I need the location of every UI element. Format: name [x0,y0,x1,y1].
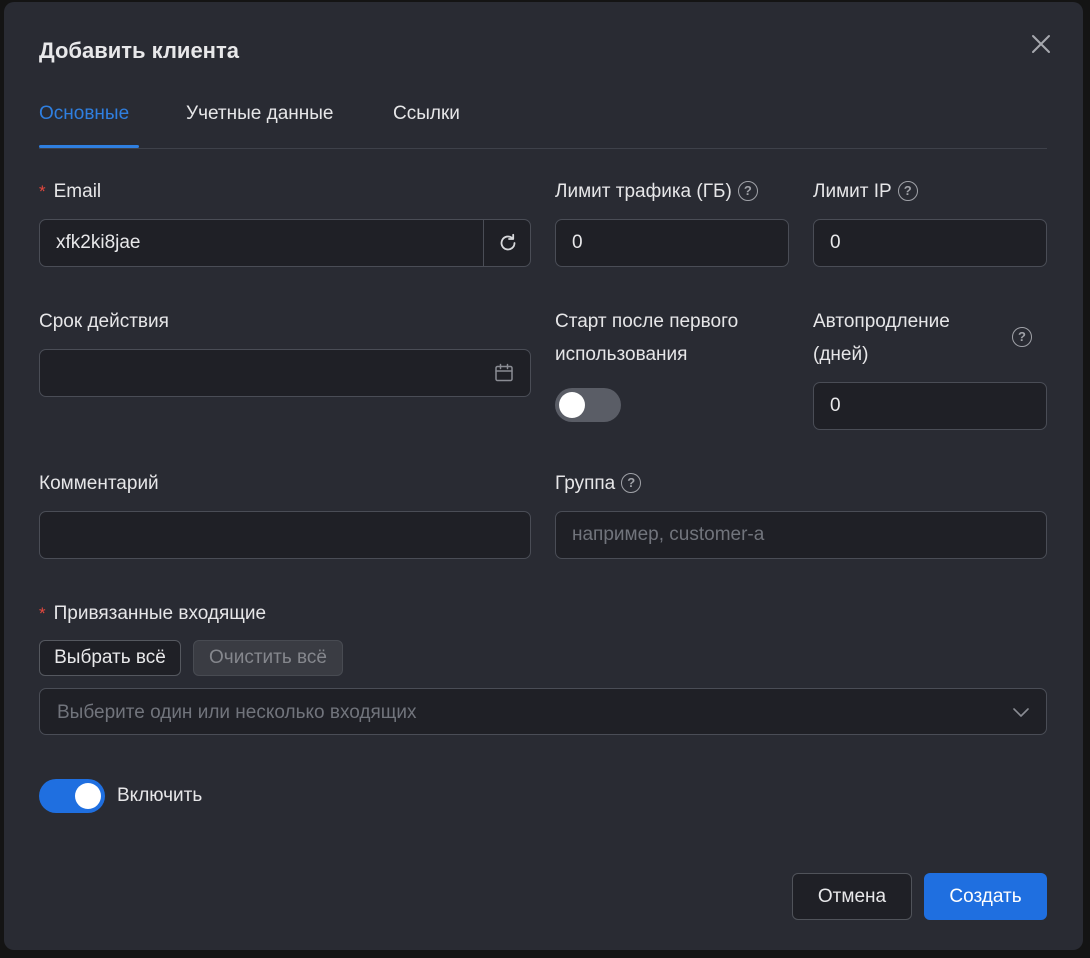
required-marker: * [39,604,46,623]
create-button[interactable]: Создать [924,873,1047,920]
add-client-dialog: Добавить клиента Основные Учетные данные… [4,2,1083,950]
traffic-limit-label-text: Лимит трафика (ГБ) [555,181,732,202]
inbounds-select[interactable]: Выберите один или несколько входящих [39,688,1047,735]
group-label: Группа? [555,467,642,500]
start-after-first-use-label: Старт после первого использования [555,311,739,365]
traffic-limit-label: Лимит трафика (ГБ)? [555,175,758,208]
close-icon[interactable] [1029,32,1053,56]
help-icon[interactable]: ? [737,181,758,201]
help-icon[interactable]: ? [1012,327,1032,347]
required-marker: * [39,182,46,201]
comment-label: Комментарий [39,473,159,494]
refresh-icon [500,233,515,251]
email-label: * Email [39,175,101,208]
expiry-date-picker[interactable] [39,349,531,397]
tab-links[interactable]: Ссылки [393,103,460,125]
toggle-knob [559,392,585,418]
traffic-limit-input[interactable] [555,219,789,267]
regenerate-email-button[interactable] [483,219,531,267]
email-label-text: Email [53,181,102,202]
clear-all-button[interactable]: Очистить всё [193,640,343,676]
enable-toggle[interactable] [39,779,105,813]
active-tab-indicator [39,145,139,148]
email-input[interactable] [39,219,531,267]
ip-limit-input[interactable] [813,219,1047,267]
inbounds-placeholder: Выберите один или несколько входящих [57,702,417,723]
inbounds-label-text: Привязанные входящие [53,603,267,624]
help-icon[interactable]: ? [897,181,918,201]
cancel-button[interactable]: Отмена [792,873,912,920]
select-all-button[interactable]: Выбрать всё [39,640,181,676]
toggle-knob [75,783,101,809]
group-label-text: Группа [555,473,616,494]
calendar-icon [495,363,513,382]
tabs-divider [39,148,1047,149]
start-after-first-use-toggle[interactable] [555,388,621,422]
ip-limit-label: Лимит IP? [813,175,918,208]
dialog-title: Добавить клиента [39,38,239,63]
group-input[interactable] [555,511,1047,559]
help-icon[interactable]: ? [621,473,642,493]
ip-limit-label-text: Лимит IP [813,181,892,202]
chevron-down-icon [1013,708,1029,717]
tab-credentials[interactable]: Учетные данные [186,103,333,125]
expiry-label: Срок действия [39,311,169,332]
auto-renew-label: Автопродление (дней) [813,311,950,365]
tab-basic[interactable]: Основные [39,103,129,125]
auto-renew-input[interactable] [813,382,1047,430]
inbounds-label: * Привязанные входящие [39,597,266,630]
comment-input[interactable] [39,511,531,559]
enable-label: Включить [117,785,203,806]
